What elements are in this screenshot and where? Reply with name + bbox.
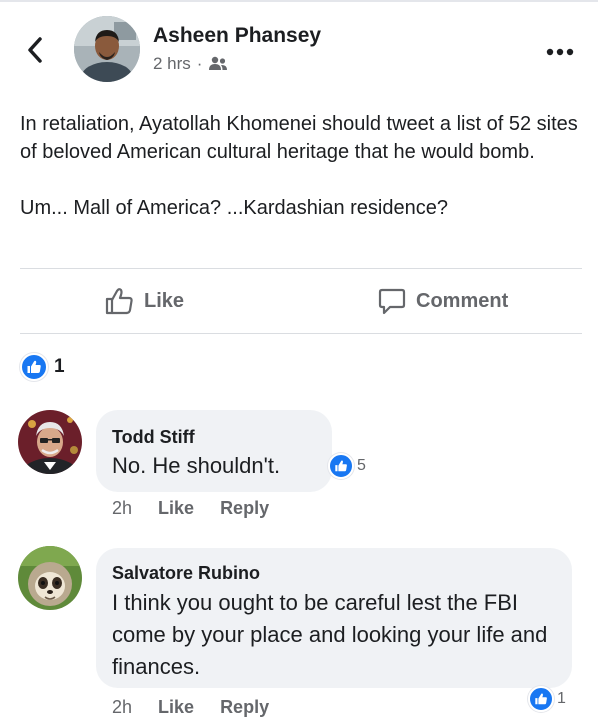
comment-button[interactable]: Comment: [378, 283, 508, 319]
author-name[interactable]: Asheen Phansey: [153, 24, 321, 48]
comment-reactions[interactable]: 1: [528, 686, 566, 712]
post-time[interactable]: 2 hrs: [153, 54, 191, 74]
divider: [20, 333, 582, 334]
chevron-left-icon: [28, 37, 42, 63]
comment-text: I think you ought to be careful lest the…: [112, 590, 548, 679]
comment-reaction-count: 1: [557, 690, 566, 707]
like-label: Like: [144, 289, 185, 312]
author-avatar[interactable]: [74, 16, 140, 82]
comment-reaction-count: 5: [357, 457, 366, 474]
like-button[interactable]: Like: [104, 283, 184, 319]
thumbs-up-outline-icon: [105, 288, 133, 315]
comment-actions: 2h Like Reply: [112, 498, 269, 519]
back-button[interactable]: [20, 32, 50, 68]
post-header: Asheen Phansey 2 hrs ·: [0, 14, 598, 90]
comment-like-button[interactable]: Like: [158, 498, 194, 519]
commenter-photo: [18, 410, 82, 474]
like-reaction-icon: [20, 353, 48, 381]
comment-bubble-icon: [378, 288, 406, 315]
comment-actions: 2h Like Reply: [112, 697, 269, 718]
commenter-name[interactable]: Salvatore Rubino: [112, 563, 260, 584]
comment-text: No. He shouldn't.: [112, 453, 281, 478]
commenter-avatar[interactable]: [18, 546, 82, 610]
meta-separator: ·: [196, 54, 203, 73]
post-meta: 2 hrs ·: [153, 54, 228, 74]
post-reactions[interactable]: 1: [20, 353, 65, 381]
divider: [20, 268, 582, 269]
post-paragraph: Um... Mall of America? ...Kardashian res…: [20, 197, 448, 219]
top-divider: [0, 0, 598, 2]
comment-reactions[interactable]: 5: [328, 453, 366, 479]
commenter-photo: [18, 546, 82, 610]
reaction-count: 1: [54, 356, 65, 377]
comment-time: 2h: [112, 498, 133, 518]
commenter-name[interactable]: Todd Stiff: [112, 427, 195, 448]
comment-like-button[interactable]: Like: [158, 697, 194, 718]
comment-reply-button[interactable]: Reply: [220, 498, 269, 519]
comment-reply-button[interactable]: Reply: [220, 697, 269, 718]
like-reaction-icon: [328, 453, 354, 479]
post-body: In retaliation, Ayatollah Khomenei shoul…: [20, 110, 585, 222]
more-options-button[interactable]: [540, 42, 580, 62]
more-dots-icon: [546, 48, 574, 56]
friends-icon: [209, 56, 228, 70]
commenter-avatar[interactable]: [18, 410, 82, 474]
comment-label: Comment: [416, 289, 509, 312]
like-reaction-icon: [528, 686, 554, 712]
author-photo: [74, 16, 140, 82]
comment-time: 2h: [112, 697, 133, 717]
post-paragraph: In retaliation, Ayatollah Khomenei shoul…: [20, 113, 578, 163]
